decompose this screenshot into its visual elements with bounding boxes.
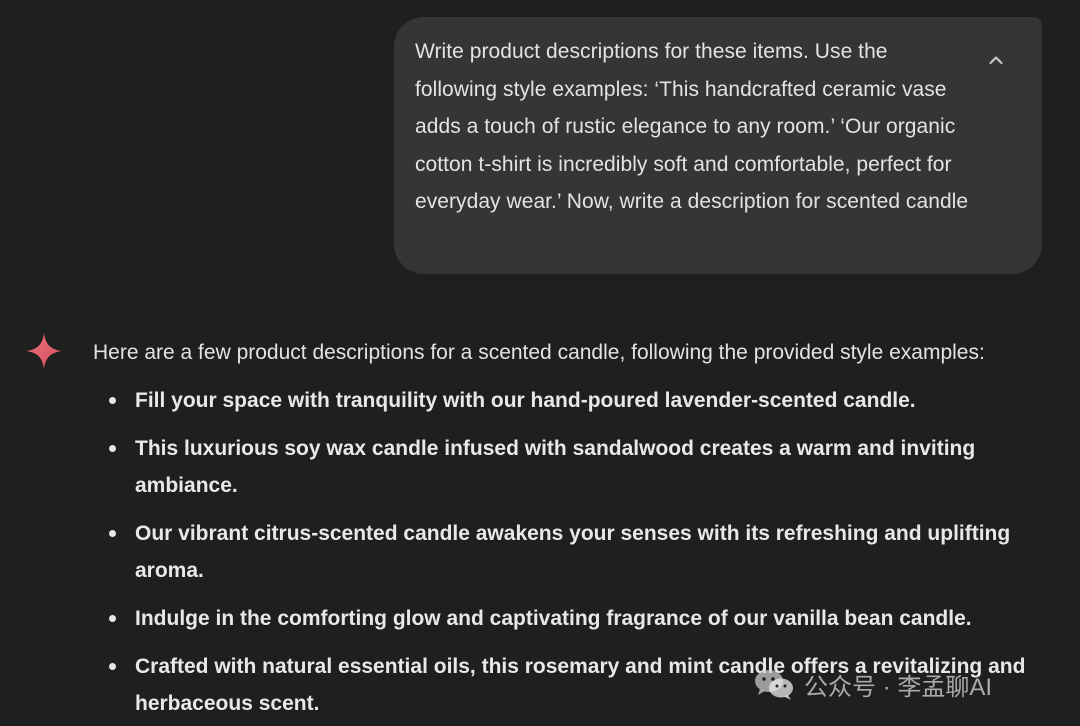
list-item-text: Fill your space with tranquility with ou… <box>135 389 916 412</box>
bullet-dot <box>109 445 116 452</box>
bullet-dot <box>109 397 116 404</box>
list-item-text: This luxurious soy wax candle infused wi… <box>135 437 976 497</box>
list-item: Crafted with natural essential oils, thi… <box>105 648 1035 722</box>
user-prompt-text: Write product descriptions for these ite… <box>415 40 969 214</box>
list-item: This luxurious soy wax candle infused wi… <box>105 430 1035 504</box>
list-item-text: Our vibrant citrus-scented candle awaken… <box>135 522 1011 582</box>
bullet-dot <box>109 663 116 670</box>
response-list: Fill your space with tranquility with ou… <box>105 382 1035 726</box>
list-item: Fill your space with tranquility with ou… <box>105 382 1035 419</box>
user-prompt-bubble: Write product descriptions for these ite… <box>394 17 1042 274</box>
bullet-dot <box>109 530 116 537</box>
chevron-up-icon <box>989 56 1003 65</box>
bullet-dot <box>109 615 116 622</box>
list-item-text: Crafted with natural essential oils, thi… <box>135 655 1026 715</box>
gemini-sparkle-icon <box>25 332 63 370</box>
response-intro: Here are a few product descriptions for … <box>93 341 985 364</box>
list-item: Indulge in the comforting glow and capti… <box>105 600 1035 637</box>
list-item-text: Indulge in the comforting glow and capti… <box>135 607 972 630</box>
collapse-prompt-button[interactable] <box>978 42 1014 78</box>
list-item: Our vibrant citrus-scented candle awaken… <box>105 515 1035 589</box>
